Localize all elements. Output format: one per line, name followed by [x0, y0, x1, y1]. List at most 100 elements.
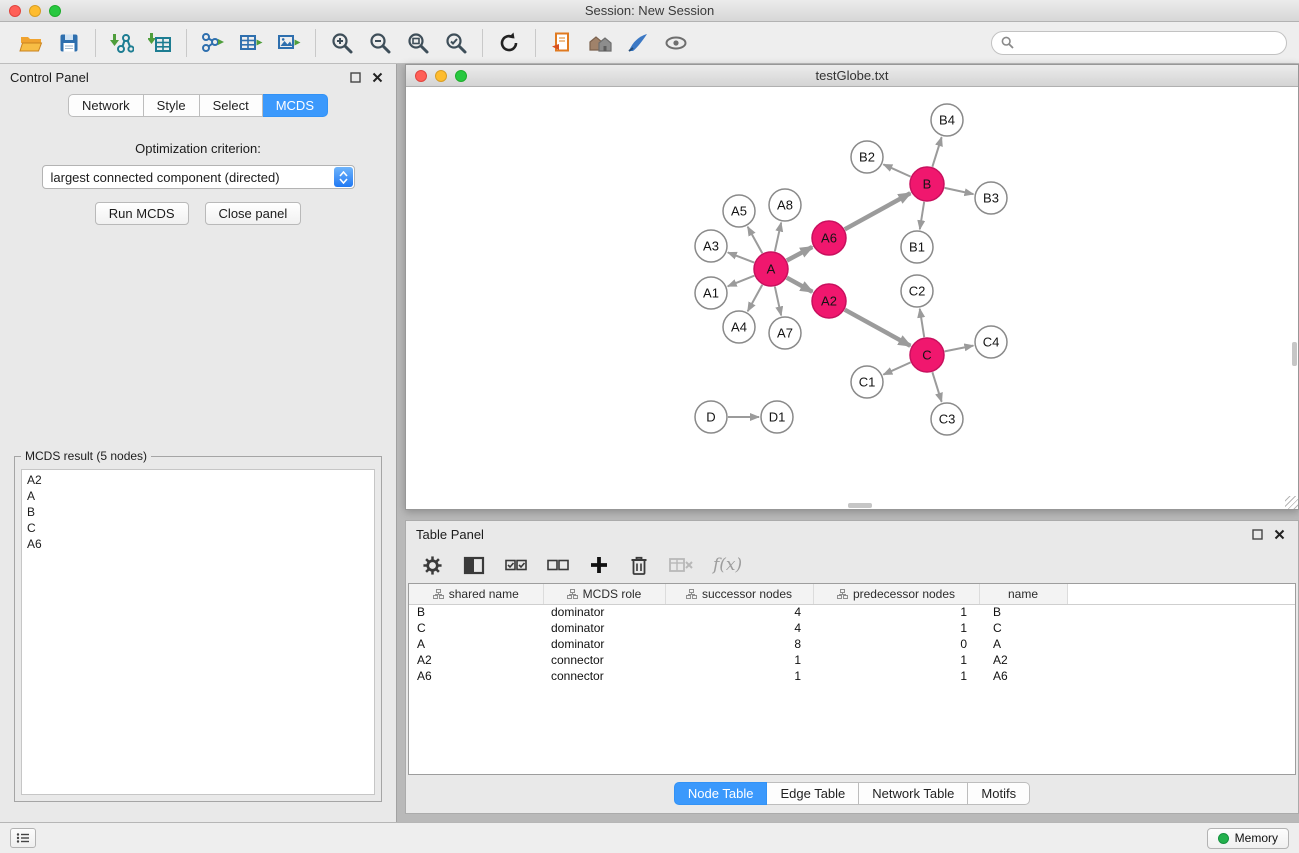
cell-mcds-role[interactable]: dominator — [543, 636, 665, 652]
delete-column-button[interactable] — [629, 552, 649, 578]
zoom-out-button[interactable] — [361, 26, 399, 60]
criterion-dropdown[interactable]: largest connected component (directed) — [42, 165, 355, 189]
cell-successor-nodes[interactable]: 1 — [665, 652, 813, 668]
result-item[interactable]: B — [25, 504, 371, 520]
graph-node[interactable]: C — [910, 338, 944, 372]
close-panel-button[interactable] — [368, 68, 386, 86]
function-builder-button[interactable]: f(x) — [713, 552, 742, 578]
cell-name[interactable]: A6 — [979, 668, 1067, 684]
cell-successor-nodes[interactable]: 8 — [665, 636, 813, 652]
export-image-button[interactable] — [270, 26, 308, 60]
import-network-button[interactable] — [103, 26, 141, 60]
tab-style[interactable]: Style — [144, 94, 200, 117]
close-network-window-button[interactable] — [415, 70, 427, 82]
zoom-selected-button[interactable] — [437, 26, 475, 60]
graph-node[interactable]: B — [910, 167, 944, 201]
tab-edge-table[interactable]: Edge Table — [767, 782, 859, 805]
graph-edge[interactable] — [845, 310, 911, 346]
search-input[interactable] — [1020, 35, 1277, 50]
graph-edge[interactable] — [728, 252, 754, 262]
graph-node[interactable]: C1 — [851, 366, 883, 398]
tab-select[interactable]: Select — [200, 94, 263, 117]
cell-predecessor-nodes[interactable]: 1 — [813, 652, 979, 668]
vertical-scrollbar-thumb[interactable] — [1292, 342, 1297, 366]
graph-node[interactable]: A5 — [723, 195, 755, 227]
graph-node[interactable]: A8 — [769, 189, 801, 221]
session-document-button[interactable] — [543, 26, 581, 60]
cell-shared-name[interactable]: A6 — [409, 668, 543, 684]
column-header-successor-nodes[interactable]: successor nodes — [665, 584, 813, 604]
graph-edge[interactable] — [775, 287, 781, 316]
table-settings-button[interactable] — [422, 552, 443, 578]
graph-edge[interactable] — [945, 346, 974, 352]
column-header-predecessor-nodes[interactable]: predecessor nodes — [813, 584, 979, 604]
column-header-mcds-role[interactable]: MCDS role — [543, 584, 665, 604]
cell-name[interactable]: B — [979, 604, 1067, 620]
cell-successor-nodes[interactable]: 4 — [665, 604, 813, 620]
graph-edge[interactable] — [787, 278, 813, 292]
tab-mcds[interactable]: MCDS — [263, 94, 328, 117]
column-visibility-button[interactable] — [463, 552, 485, 578]
network-canvas[interactable]: B4B2BB3A5A8A6A3B1AC2A1A2A4A7C4CC1C3DD1 — [406, 87, 1298, 509]
mcds-result-list[interactable]: A2ABCA6 — [21, 469, 375, 795]
tab-network-table[interactable]: Network Table — [859, 782, 968, 805]
column-header-name[interactable]: name — [979, 584, 1067, 604]
table-row[interactable]: Bdominator41B — [409, 604, 1295, 620]
graph-edge[interactable] — [932, 137, 941, 167]
graphics-details-button[interactable] — [657, 26, 695, 60]
graph-edge[interactable] — [920, 309, 924, 337]
graph-edge[interactable] — [932, 372, 941, 402]
cell-successor-nodes[interactable]: 1 — [665, 668, 813, 684]
graph-node[interactable]: A3 — [695, 230, 727, 262]
export-network-button[interactable] — [194, 26, 232, 60]
graph-node[interactable]: C4 — [975, 326, 1007, 358]
result-item[interactable]: A — [25, 488, 371, 504]
graph-node[interactable]: A7 — [769, 317, 801, 349]
graph-node[interactable]: D — [695, 401, 727, 433]
cell-shared-name[interactable]: A2 — [409, 652, 543, 668]
cell-mcds-role[interactable]: connector — [543, 668, 665, 684]
cell-mcds-role[interactable]: connector — [543, 652, 665, 668]
result-item[interactable]: A6 — [25, 536, 371, 552]
zoom-network-window-button[interactable] — [455, 70, 467, 82]
graph-edge[interactable] — [787, 247, 812, 261]
float-panel-button[interactable] — [346, 68, 364, 86]
graph-edge[interactable] — [945, 188, 974, 194]
table-row[interactable]: A6connector11A6 — [409, 668, 1295, 684]
horizontal-scrollbar-thumb[interactable] — [848, 503, 872, 508]
cell-name[interactable]: C — [979, 620, 1067, 636]
graph-edge[interactable] — [728, 276, 755, 287]
delete-table-button[interactable] — [669, 552, 693, 578]
zoom-window-button[interactable] — [49, 5, 61, 17]
table-row[interactable]: A2connector11A2 — [409, 652, 1295, 668]
cell-successor-nodes[interactable]: 4 — [665, 620, 813, 636]
graph-node[interactable]: B3 — [975, 182, 1007, 214]
tab-node-table[interactable]: Node Table — [674, 782, 768, 805]
column-header-shared-name[interactable]: shared name — [409, 584, 543, 604]
graph-node[interactable]: A1 — [695, 277, 727, 309]
graph-node[interactable]: A6 — [812, 221, 846, 255]
graph-node[interactable]: C3 — [931, 403, 963, 435]
cell-predecessor-nodes[interactable]: 1 — [813, 604, 979, 620]
graph-node[interactable]: D1 — [761, 401, 793, 433]
cell-predecessor-nodes[interactable]: 1 — [813, 668, 979, 684]
cell-predecessor-nodes[interactable]: 1 — [813, 620, 979, 636]
import-table-button[interactable] — [141, 26, 179, 60]
cell-predecessor-nodes[interactable]: 0 — [813, 636, 979, 652]
graph-edge[interactable] — [883, 164, 910, 176]
apply-layout-button[interactable] — [490, 26, 528, 60]
graph-node[interactable]: B2 — [851, 141, 883, 173]
tab-network[interactable]: Network — [68, 94, 144, 117]
cell-shared-name[interactable]: B — [409, 604, 543, 620]
search-field[interactable] — [991, 31, 1287, 55]
tab-motifs[interactable]: Motifs — [968, 782, 1030, 805]
table-row[interactable]: Cdominator41C — [409, 620, 1295, 636]
graph-node[interactable]: A — [754, 252, 788, 286]
result-item[interactable]: C — [25, 520, 371, 536]
graph-node[interactable]: C2 — [901, 275, 933, 307]
graph-node[interactable]: A2 — [812, 284, 846, 318]
home-button[interactable] — [581, 26, 619, 60]
run-mcds-button[interactable]: Run MCDS — [95, 202, 189, 225]
task-history-button[interactable] — [10, 828, 36, 848]
minimize-window-button[interactable] — [29, 5, 41, 17]
